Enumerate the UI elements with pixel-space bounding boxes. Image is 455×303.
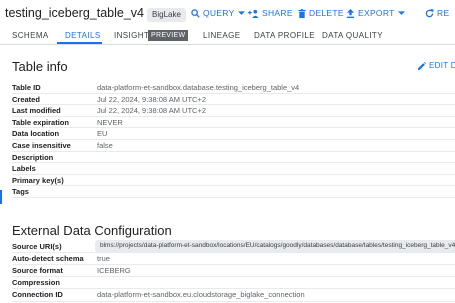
export-label: EXPORT xyxy=(358,8,395,18)
pencil-icon xyxy=(418,61,426,70)
share-button[interactable]: SHARE xyxy=(248,8,293,18)
detail-label: Connection ID xyxy=(12,290,63,300)
row-divider xyxy=(12,300,455,302)
tab-lineage[interactable]: LINEAGE xyxy=(203,31,240,40)
query-button[interactable]: QUERY xyxy=(191,8,245,18)
detail-value: ICEBERG xyxy=(97,266,131,276)
person-add-icon xyxy=(248,9,259,18)
tab-details[interactable]: DETAILS xyxy=(65,31,101,40)
detail-label: Case insensitive xyxy=(12,141,71,150)
detail-value: false xyxy=(97,141,113,150)
detail-value: data-platform-et-sandbox.database.testin… xyxy=(97,83,300,92)
detail-label: Data location xyxy=(12,129,60,139)
detail-label: Table ID xyxy=(12,83,41,92)
upload-icon xyxy=(346,8,355,18)
delete-button[interactable]: DELETE xyxy=(298,8,344,18)
detail-label: Source format xyxy=(12,266,63,276)
selection-accent xyxy=(0,190,2,204)
query-label: QUERY xyxy=(203,8,235,18)
edit-details-label: EDIT DET xyxy=(429,61,455,70)
delete-label: DELETE xyxy=(309,8,344,18)
table-title: testing_iceberg_table_v4 xyxy=(5,6,144,20)
preview-badge: PREVIEW xyxy=(148,30,189,41)
detail-label: Primary key(s) xyxy=(12,175,64,185)
search-icon xyxy=(191,8,200,18)
refresh-icon xyxy=(425,8,434,17)
refresh-button[interactable]: RE xyxy=(425,8,449,18)
table-header: testing_iceberg_table_v4 BigLake QUERY S… xyxy=(0,0,455,28)
trash-icon xyxy=(298,8,306,18)
active-tab-indicator xyxy=(57,42,102,44)
tab-bar: SCHEMA DETAILS INSIGHTS LINEAGE DATA PRO… xyxy=(0,28,455,45)
detail-label: Compression xyxy=(12,278,60,288)
detail-label: Labels xyxy=(12,164,36,174)
refresh-label: RE xyxy=(437,8,450,18)
share-label: SHARE xyxy=(262,8,293,18)
detail-value: EU xyxy=(97,129,108,139)
detail-label: Description xyxy=(12,152,54,162)
detail-label: Last modified xyxy=(12,106,61,116)
chevron-down-icon xyxy=(237,10,245,15)
tab-data-profile[interactable]: DATA PROFILE xyxy=(254,31,315,40)
external-config-title: External Data Configuration xyxy=(12,223,172,238)
tab-data-quality[interactable]: DATA QUALITY xyxy=(322,31,383,40)
detail-label: Source URI(s) xyxy=(12,242,62,251)
export-button[interactable]: EXPORT xyxy=(346,8,405,18)
row-divider xyxy=(12,197,455,198)
table-info-title: Table info xyxy=(12,59,68,74)
detail-value: data-platform-et-sandbox.eu.cloudstorage… xyxy=(97,290,305,300)
detail-label: Tags xyxy=(12,187,29,197)
detail-value: true xyxy=(97,254,110,264)
detail-label: Table expiration xyxy=(12,117,69,127)
detail-label: Auto-detect schema xyxy=(12,254,84,264)
source-uri-chip: blms://projects/data-platform-et-sandbox… xyxy=(95,240,455,252)
biglake-badge: BigLake xyxy=(147,8,186,22)
edit-details-button[interactable]: EDIT DET xyxy=(418,61,455,70)
chevron-down-icon xyxy=(397,10,405,15)
detail-value: Jul 22, 2024, 9:38:08 AM UTC+2 xyxy=(97,106,207,116)
detail-value: Jul 22, 2024, 9:38:08 AM UTC+2 xyxy=(97,94,207,104)
detail-label: Created xyxy=(12,94,40,104)
tab-schema[interactable]: SCHEMA xyxy=(12,31,49,40)
detail-value: NEVER xyxy=(97,117,123,127)
